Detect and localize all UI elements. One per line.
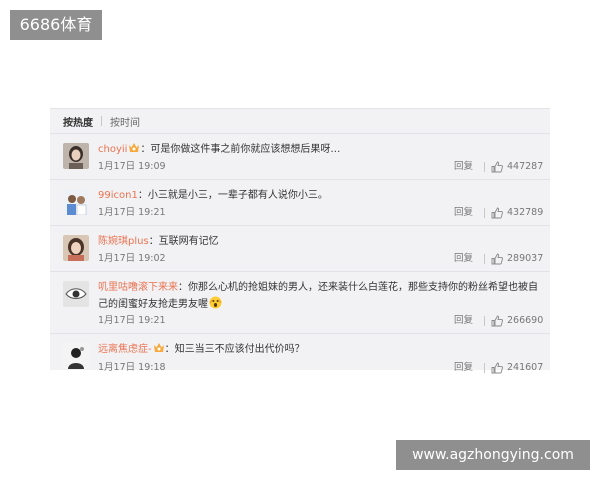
reply-button[interactable]: 回复 bbox=[454, 160, 473, 174]
vip-icon bbox=[153, 342, 165, 353]
divider bbox=[101, 116, 102, 126]
comment-item: 远离焦虑症- ：知三当三不应该付出代价吗？ 1月17日 19:18 回复 2416… bbox=[50, 334, 550, 380]
divider bbox=[484, 162, 485, 172]
divider bbox=[484, 363, 485, 373]
comment-meta: 1月17日 19:18 回复 241607 bbox=[98, 361, 544, 375]
reply-button[interactable]: 回复 bbox=[454, 361, 473, 375]
avatar[interactable] bbox=[63, 235, 89, 261]
comment-item: 99icon1：小三就是小三，一辈子都有人说你小三。 1月17日 19:21 回… bbox=[50, 180, 550, 226]
avatar[interactable] bbox=[63, 281, 89, 307]
tab-sort-by-time[interactable]: 按时间 bbox=[110, 114, 140, 129]
thumbs-up-icon bbox=[491, 161, 503, 173]
comment-username[interactable]: 远离焦虑症- bbox=[98, 344, 152, 355]
comment-meta: 1月17日 19:02 回复 289037 bbox=[98, 252, 544, 266]
sort-bar: 按热度 按时间 bbox=[50, 109, 550, 134]
page: 6686体育 按热度 按时间 choyii ：可是你做这件事之前你就应该想想后果呀… bbox=[0, 0, 600, 480]
comment-content: 叽里咕噜滚下来来：你那么心机的抢姐妹的男人，还来装什么白莲花，那些支持你的粉丝希… bbox=[98, 280, 538, 313]
comment-panel: 按热度 按时间 choyii ：可是你做这件事之前你就应该想想后果呀… 1月17日… bbox=[50, 108, 550, 374]
comment-content: choyii ：可是你做这件事之前你就应该想想后果呀… bbox=[98, 142, 538, 158]
divider bbox=[484, 208, 485, 218]
vip-icon bbox=[128, 142, 140, 153]
scream-emoji-icon bbox=[209, 296, 222, 309]
comment-text: ：知三当三不应该付出代价吗？ bbox=[164, 344, 305, 355]
comment-username[interactable]: choyii bbox=[98, 144, 127, 155]
avatar[interactable] bbox=[63, 343, 89, 369]
thumbs-up-icon bbox=[491, 253, 503, 265]
reply-button[interactable]: 回复 bbox=[454, 252, 473, 266]
tab-sort-by-hot[interactable]: 按热度 bbox=[63, 114, 93, 129]
thumbs-up-icon bbox=[491, 362, 503, 374]
comment-content: 远离焦虑症- ：知三当三不应该付出代价吗？ bbox=[98, 342, 538, 358]
comment-content: 99icon1：小三就是小三，一辈子都有人说你小三。 bbox=[98, 188, 538, 204]
divider bbox=[484, 316, 485, 326]
comment-time: 1月17日 19:18 bbox=[98, 362, 166, 373]
like-count: 432789 bbox=[507, 207, 544, 218]
comment-content: 陈婉琪plus：互联网有记忆 bbox=[98, 234, 538, 250]
comment-meta: 1月17日 19:21 回复 266690 bbox=[98, 314, 544, 328]
like-count: 447287 bbox=[507, 161, 544, 172]
comment-time: 1月17日 19:21 bbox=[98, 315, 166, 326]
like-count: 289037 bbox=[507, 253, 544, 264]
comment-text: ：小三就是小三，一辈子都有人说你小三。 bbox=[137, 190, 328, 201]
reply-button[interactable]: 回复 bbox=[454, 206, 473, 220]
comment-text: ：互联网有记忆 bbox=[148, 236, 219, 247]
divider bbox=[484, 254, 485, 264]
comment-time: 1月17日 19:02 bbox=[98, 253, 166, 264]
comment-meta: 1月17日 19:09 回复 447287 bbox=[98, 160, 544, 174]
comment-item: 叽里咕噜滚下来来：你那么心机的抢姐妹的男人，还来装什么白莲花，那些支持你的粉丝希… bbox=[50, 272, 550, 334]
like-count: 266690 bbox=[507, 315, 544, 326]
comment-username[interactable]: 叽里咕噜滚下来来 bbox=[98, 282, 178, 293]
thumbs-up-icon bbox=[491, 207, 503, 219]
like-count: 241607 bbox=[507, 362, 544, 373]
thumbs-up-icon bbox=[491, 315, 503, 327]
comment-meta: 1月17日 19:21 回复 432789 bbox=[98, 206, 544, 220]
comment-username[interactable]: 99icon1 bbox=[98, 190, 138, 201]
watermark-top: 6686体育 bbox=[10, 10, 102, 40]
watermark-bottom: www.agzhongying.com bbox=[396, 440, 590, 470]
comment-item: choyii ：可是你做这件事之前你就应该想想后果呀… 1月17日 19:09 回… bbox=[50, 134, 550, 180]
comment-time: 1月17日 19:21 bbox=[98, 207, 166, 218]
comment-username[interactable]: 陈婉琪plus bbox=[98, 236, 149, 247]
avatar[interactable] bbox=[63, 189, 89, 215]
avatar[interactable] bbox=[63, 143, 89, 169]
reply-button[interactable]: 回复 bbox=[454, 314, 473, 328]
comment-time: 1月17日 19:09 bbox=[98, 161, 166, 172]
comment-text: ：可是你做这件事之前你就应该想想后果呀… bbox=[140, 144, 341, 155]
comment-item: 陈婉琪plus：互联网有记忆 1月17日 19:02 回复 289037 bbox=[50, 226, 550, 272]
